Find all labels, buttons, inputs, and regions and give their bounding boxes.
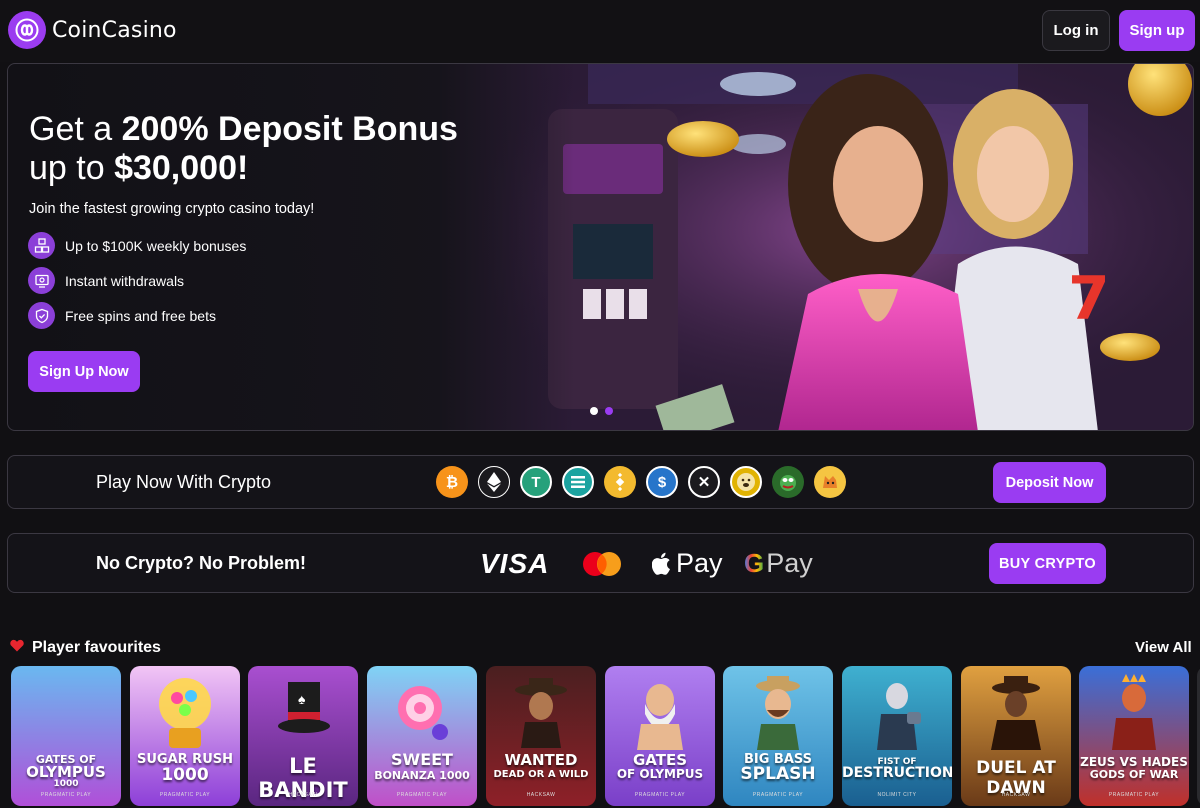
shiba-inu-icon: [814, 466, 846, 498]
ethereum-icon: [478, 466, 510, 498]
fisherman-icon: [756, 676, 800, 750]
crypto-payment-bar: Play Now With Crypto ₿ T $ ✕ Deposit Now: [7, 455, 1194, 509]
visa-logo: VISA: [480, 548, 550, 579]
monitor-icon: [28, 267, 55, 294]
feature-weekly-bonuses: Up to $100K weekly bonuses: [28, 232, 246, 259]
feature-instant-withdrawals: Instant withdrawals: [28, 267, 184, 294]
deposit-now-button[interactable]: Deposit Now: [993, 462, 1106, 503]
bnb-icon: [604, 466, 636, 498]
apple-pay-logo: Pay: [652, 548, 723, 579]
game-card-sweet-bonanza-1000[interactable]: SWEET BONANZA 1000 PRAGMATIC PLAY: [367, 666, 477, 806]
fiat-payment-bar: No Crypto? No Problem! VISA Pay G Pay BU…: [7, 533, 1194, 593]
heart-icon: [10, 639, 24, 657]
svg-text:♠: ♠: [298, 691, 306, 707]
apple-icon: [652, 552, 670, 575]
carousel-dot-1[interactable]: [590, 407, 598, 415]
feature-label: Up to $100K weekly bonuses: [65, 237, 247, 254]
game-card-big-bass-splash[interactable]: BIG BASS SPLASH PRAGMATIC PLAY: [723, 666, 833, 806]
xrp-icon: ✕: [688, 466, 720, 498]
feature-free-spins: Free spins and free bets: [28, 302, 216, 329]
pepe-icon: [772, 466, 804, 498]
brand-name: CoinCasino: [52, 17, 177, 43]
carousel-dots: [590, 407, 613, 415]
bitcoin-icon: ₿: [436, 466, 468, 498]
gunslinger-icon: [991, 676, 1041, 750]
coincasino-logo-icon: [8, 11, 46, 49]
tether-icon: T: [520, 466, 552, 498]
gumball-machine-icon: [159, 678, 211, 748]
top-hat-icon: ♠: [278, 682, 330, 733]
game-card-gates-of-olympus-1000[interactable]: GATES OF OLYMPUS 1000 PRAGMATIC PLAY: [11, 666, 121, 806]
sign-up-now-button[interactable]: Sign Up Now: [28, 351, 140, 392]
boxes-icon: [28, 232, 55, 259]
hero-casino-illustration: 7: [438, 64, 1193, 430]
hades-icon: [1112, 674, 1156, 750]
game-card-duel-at-dawn[interactable]: DUEL AT DAWN HACKSAW: [961, 666, 1071, 806]
view-all-link[interactable]: View All: [1135, 639, 1192, 656]
cowboy-icon: [515, 678, 567, 748]
game-card-zeus-vs-hades[interactable]: ZEUS VS HADES GODS OF WAR PRAGMATIC PLAY: [1079, 666, 1189, 806]
player-favourites-heading: Player favourites: [10, 639, 161, 657]
google-pay-text: Pay: [766, 548, 813, 578]
feature-label: Free spins and free bets: [65, 307, 216, 324]
mastercard-icon: [580, 550, 624, 578]
hero-subtitle: Join the fastest growing crypto casino t…: [29, 201, 315, 217]
apple-pay-text: Pay: [676, 548, 723, 578]
fiat-bar-label: No Crypto? No Problem!: [96, 553, 306, 573]
hero-title: Get a 200% Deposit Bonus up to $30,000!: [29, 110, 458, 187]
game-card-gates-of-olympus[interactable]: GATES OF OLYMPUS PRAGMATIC PLAY: [605, 666, 715, 806]
shield-icon: [28, 302, 55, 329]
favourites-title: Player favourites: [32, 639, 161, 656]
brand-logo[interactable]: CoinCasino: [8, 11, 177, 49]
game-card-sugar-rush-1000[interactable]: SUGAR RUSH 1000 PRAGMATIC PLAY: [130, 666, 240, 806]
google-g-icon: G: [744, 548, 765, 578]
crypto-bar-label: Play Now With Crypto: [96, 472, 272, 492]
lollipop-icon: [398, 686, 448, 740]
solana-icon: [562, 466, 594, 498]
carousel-dot-2-active[interactable]: [605, 407, 613, 415]
dogecoin-icon: [730, 466, 762, 498]
buy-crypto-button[interactable]: BUY CRYPTO: [989, 543, 1106, 584]
crypto-coin-list: ₿ T $ ✕: [436, 466, 846, 498]
warrior-icon: [877, 683, 921, 750]
game-card-wanted-dead-or-a-wild[interactable]: WANTED DEAD OR A WILD HACKSAW: [486, 666, 596, 806]
zeus-icon: [637, 684, 683, 750]
game-card-fist-of-destruction[interactable]: FIST OF DESTRUCTION NOLIMIT CITY: [842, 666, 952, 806]
usd-coin-icon: $: [646, 466, 678, 498]
hero-banner: 7 Get a 200% Deposit Bonus up to $30,000…: [7, 63, 1194, 431]
game-card-le-bandit[interactable]: ♠ LE BANDIT HACKSAW: [248, 666, 358, 806]
games-carousel: GATES OF OLYMPUS 1000 PRAGMATIC PLAY SUG…: [11, 666, 1200, 808]
top-header: CoinCasino Log in Sign up: [0, 0, 1200, 62]
feature-label: Instant withdrawals: [65, 272, 185, 289]
google-pay-logo: G Pay: [744, 548, 813, 579]
signup-button[interactable]: Sign up: [1119, 10, 1195, 51]
login-button[interactable]: Log in: [1042, 10, 1110, 51]
